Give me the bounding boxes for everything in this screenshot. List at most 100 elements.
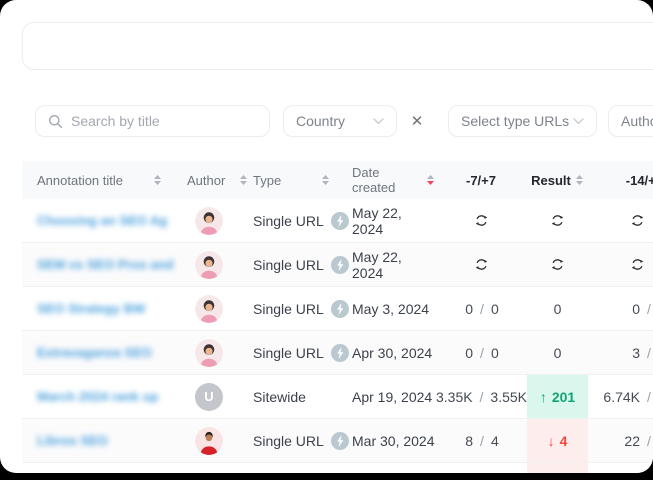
annotation-title-cell: SEM vs SEO Pros and (22, 243, 187, 286)
annotation-title-link[interactable]: Extravaganza SEO (37, 345, 152, 360)
woman-avatar (195, 207, 223, 235)
top-toolbar-box (22, 22, 653, 70)
type-label: Single URL (253, 345, 324, 361)
date-created-cell: Apr 19, 2024 (352, 375, 435, 418)
column-header-minus7-plus7: -7/+7 (435, 161, 527, 199)
column-label: -14/+14 (626, 173, 653, 188)
sort-icon[interactable] (321, 174, 330, 186)
author-cell: U (187, 375, 253, 418)
type-urls-select[interactable]: Select type URLs (448, 105, 597, 137)
type-label: Single URL (253, 301, 324, 317)
author-cell (187, 331, 253, 374)
minus14-plus14-cell: 6.74K/6 (588, 375, 653, 418)
lightning-icon (331, 212, 349, 230)
table-row[interactable]: Libros SEO Single URL Mar 30, 2024 8/4 ↓… (22, 419, 653, 463)
annotation-title-link[interactable]: SEO Strategy BW (37, 301, 145, 316)
woman-avatar (195, 295, 223, 323)
date-created-cell: May 22, 2024 (352, 199, 435, 242)
annotation-title-link[interactable]: Choosing an SEO Ag (37, 213, 167, 228)
refresh-icon[interactable] (630, 213, 645, 228)
column-header-minus14-plus14: -14/+14 (588, 161, 653, 199)
sort-icon[interactable] (239, 174, 248, 186)
result-cell (527, 199, 588, 242)
result-cell: 0 (527, 331, 588, 374)
column-label: Author (187, 173, 225, 188)
main-card: Country ✕ Select type URLs Author Annota… (0, 0, 653, 473)
result-value: 201 (552, 389, 575, 405)
type-label: Single URL (253, 433, 324, 449)
type-cell: Single URL (253, 287, 352, 330)
column-label: Type (253, 173, 281, 188)
close-icon: ✕ (411, 112, 424, 130)
chevron-down-icon (373, 118, 384, 125)
arrow-down-icon: ↓ (548, 433, 555, 449)
table-body: Choosing an SEO Ag Single URL May 22, 20… (22, 199, 653, 473)
author-cell (187, 287, 253, 330)
date-created-cell: Mar 30, 2024 (352, 419, 435, 462)
lightning-icon (331, 256, 349, 274)
type-label: Single URL (253, 257, 324, 273)
sort-icon[interactable] (153, 174, 162, 186)
author-cell (187, 199, 253, 242)
column-header-result[interactable]: Result (527, 161, 588, 199)
filter-bar: Country ✕ Select type URLs Author (35, 105, 653, 137)
author-select-label: Author (621, 113, 653, 129)
table-row[interactable]: SEO Strategy BW Single URL May 3, 2024 0… (22, 287, 653, 331)
type-label: Sitewide (253, 389, 306, 405)
minus14-plus14-cell: 0/ (588, 287, 653, 330)
type-urls-select-label: Select type URLs (461, 113, 569, 129)
column-header-author[interactable]: Author (187, 161, 253, 199)
annotation-title-cell: Extravaganza SEO (22, 331, 187, 374)
refresh-icon[interactable] (630, 257, 645, 272)
column-header-annotation-title[interactable]: Annotation title (22, 161, 187, 199)
search-by-title-field[interactable] (35, 105, 270, 137)
minus14-plus14-cell (588, 199, 653, 242)
sort-icon[interactable] (575, 174, 584, 186)
clear-filter-button[interactable]: ✕ (405, 112, 429, 130)
search-input[interactable] (71, 113, 257, 129)
lightning-icon (331, 300, 349, 318)
table-row[interactable]: Choosing an SEO Ag Single URL May 22, 20… (22, 199, 653, 243)
type-cell: Single URL (253, 331, 352, 374)
type-cell: Single URL (253, 243, 352, 286)
woman-avatar (195, 339, 223, 367)
column-label: Date created (352, 165, 420, 195)
lightning-icon (331, 432, 349, 450)
type-cell: Sitewide (253, 375, 352, 418)
column-label: -7/+7 (466, 173, 496, 188)
letter-avatar: U (195, 383, 223, 411)
table-row[interactable]: SEM vs SEO Pros and Single URL May 22, 2… (22, 243, 653, 287)
annotation-title-cell: Choosing an SEO Ag (22, 199, 187, 242)
date-created-cell: Apr 30, 2024 (352, 331, 435, 374)
minus14-plus14-cell: 3/ (588, 331, 653, 374)
result-cell (527, 243, 588, 286)
country-select[interactable]: Country (283, 105, 397, 137)
column-header-date-created[interactable]: Date created (352, 161, 435, 199)
result-cell: ↓4 (527, 419, 588, 462)
refresh-icon[interactable] (474, 257, 489, 272)
table-row[interactable]: March 2024 rank up U Sitewide Apr 19, 20… (22, 375, 653, 419)
annotation-title-link[interactable]: March 2024 rank up (37, 389, 158, 404)
column-label: Annotation title (37, 173, 123, 188)
date-created-cell: May 3, 2024 (352, 287, 435, 330)
type-cell: Single URL (253, 199, 352, 242)
author-cell (187, 419, 253, 462)
annotation-title-link[interactable]: Libros SEO (37, 433, 108, 448)
column-header-type[interactable]: Type (253, 161, 352, 199)
annotation-title-cell: Libros SEO (22, 419, 187, 462)
table-row[interactable]: Extravaganza SEO Single URL Apr 30, 2024… (22, 331, 653, 375)
annotation-title-link[interactable]: SEM vs SEO Pros and (37, 257, 174, 272)
author-select[interactable]: Author (608, 105, 653, 137)
minus7-plus7-cell: 8/4 (435, 419, 527, 462)
refresh-icon[interactable] (550, 257, 565, 272)
author-cell (187, 243, 253, 286)
refresh-icon[interactable] (474, 213, 489, 228)
sort-icon-active-desc[interactable] (426, 174, 435, 186)
minus14-plus14-cell: 22/ (588, 419, 653, 462)
result-cell: ↑201 (527, 375, 588, 418)
annotations-table: Annotation title Author Type Date create… (22, 161, 653, 473)
refresh-icon[interactable] (550, 213, 565, 228)
chevron-down-icon (573, 118, 584, 125)
type-label: Single URL (253, 213, 324, 229)
minus7-plus7-cell: 3.35K/3.55K (435, 375, 527, 418)
